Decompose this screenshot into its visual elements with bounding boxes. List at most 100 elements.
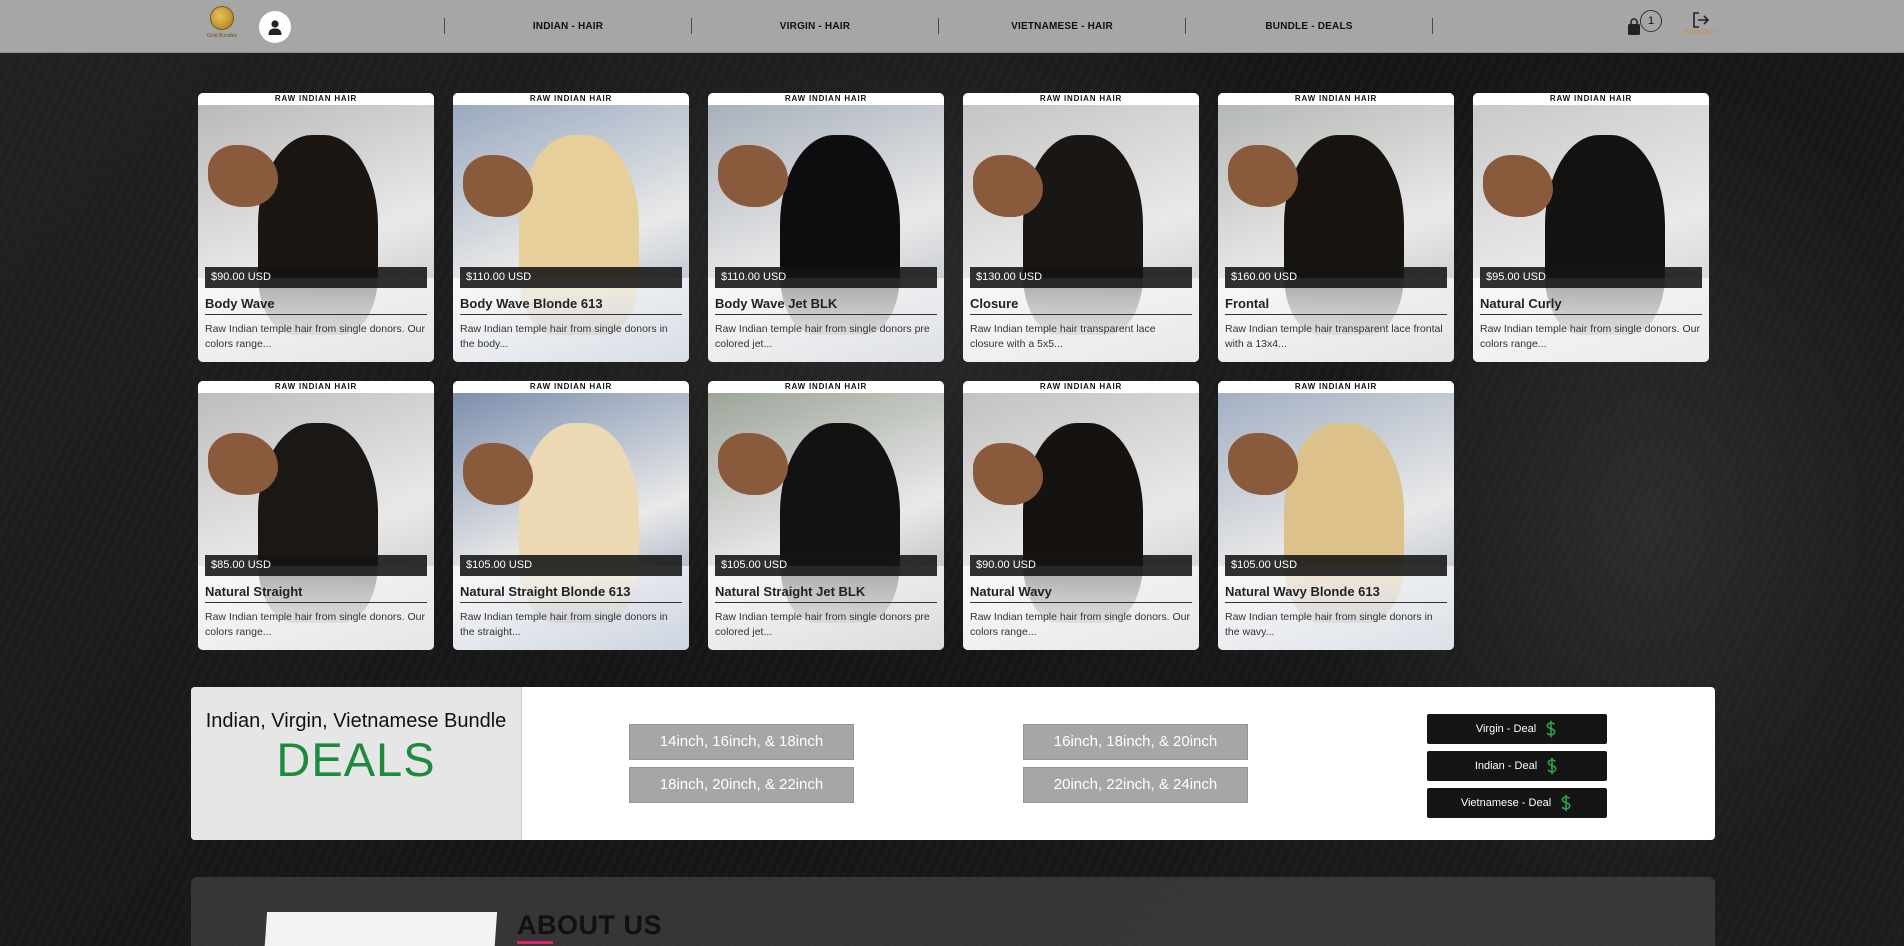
hand-shape — [208, 433, 278, 495]
dollar-icon — [1561, 794, 1571, 812]
product-price: $160.00 USD — [1225, 267, 1447, 288]
bundle-deals-banner: Indian, Virgin, Vietnamese Bundle DEALS … — [191, 687, 1715, 840]
hand-shape — [718, 145, 788, 207]
product-name[interactable]: Body Wave Blonde 613 — [460, 296, 682, 315]
nav-divider — [1432, 18, 1433, 34]
product-price: $110.00 USD — [715, 267, 937, 288]
product-description: Raw Indian temple hair from single donor… — [205, 323, 426, 350]
product-description: Raw Indian temple hair from single donor… — [205, 611, 426, 638]
vietnamese-deal-label: Vietnamese - Deal — [1460, 797, 1552, 809]
hand-shape — [208, 145, 278, 207]
product-price: $90.00 USD — [205, 267, 427, 288]
product-card[interactable]: RAW INDIAN HAIR $160.00 USD Frontal Raw Ind… — [1218, 93, 1454, 362]
product-price: $130.00 USD — [970, 267, 1192, 288]
indian-deal-label: Indian - Deal — [1474, 760, 1538, 772]
virgin-deal-label: Virgin - Deal — [1475, 723, 1537, 735]
size-option-16-18-20[interactable]: 16inch, 18inch, & 20inch — [1023, 724, 1248, 760]
product-name[interactable]: Natural Straight Jet BLK — [715, 584, 937, 603]
product-name[interactable]: Natural Straight Blonde 613 — [460, 584, 682, 603]
hand-shape — [973, 443, 1043, 505]
about-title-underline — [517, 941, 553, 944]
product-name[interactable]: Frontal — [1225, 296, 1447, 315]
product-category: RAW INDIAN HAIR — [708, 381, 944, 393]
hand-shape — [1228, 145, 1298, 207]
product-card[interactable]: RAW INDIAN HAIR $85.00 USD Natural Straigh… — [198, 381, 434, 650]
product-card[interactable]: RAW INDIAN HAIR $110.00 USD Body Wave Jet … — [708, 93, 944, 362]
product-description: Raw Indian temple hair transparent lace … — [970, 323, 1156, 350]
sign-out-button[interactable]: SIGN OUT — [1683, 12, 1719, 42]
product-name[interactable]: Natural Wavy Blonde 613 — [1225, 584, 1447, 603]
product-name[interactable]: Body Wave Jet BLK — [715, 296, 937, 315]
dollar-icon — [1547, 757, 1557, 775]
nav-bundle-deals[interactable]: BUNDLE - DEALS — [1186, 21, 1432, 32]
product-category: RAW INDIAN HAIR — [963, 381, 1199, 393]
product-category: RAW INDIAN HAIR — [1218, 93, 1454, 105]
hand-shape — [1483, 155, 1553, 217]
nav-indian-hair[interactable]: INDIAN - HAIR — [445, 21, 691, 32]
product-description: Raw Indian temple hair transparent lace … — [1225, 323, 1443, 350]
product-card[interactable]: RAW INDIAN HAIR $105.00 USD Natural Straig… — [708, 381, 944, 650]
product-price: $110.00 USD — [460, 267, 682, 288]
cart-button[interactable] — [1627, 18, 1641, 36]
logo-emblem-icon — [210, 6, 234, 30]
product-category: RAW INDIAN HAIR — [198, 381, 434, 393]
product-name[interactable]: Body Wave — [205, 296, 427, 315]
product-category: RAW INDIAN HAIR — [963, 93, 1199, 105]
hand-shape — [463, 155, 533, 217]
deals-big-label: DEALS — [276, 733, 436, 786]
product-category: RAW INDIAN HAIR — [198, 93, 434, 105]
product-card[interactable]: RAW INDIAN HAIR $105.00 USD Natural Straig… — [453, 381, 689, 650]
size-option-18-20-22[interactable]: 18inch, 20inch, & 22inch — [629, 767, 854, 803]
hand-shape — [973, 155, 1043, 217]
user-icon — [268, 19, 282, 35]
product-price: $105.00 USD — [460, 555, 682, 576]
product-price: $90.00 USD — [970, 555, 1192, 576]
product-card[interactable]: RAW INDIAN HAIR $90.00 USD Body Wave Raw In… — [198, 93, 434, 362]
product-description: Raw Indian temple hair from single donor… — [715, 611, 930, 638]
about-image — [262, 912, 498, 946]
vietnamese-deal-button[interactable]: Vietnamese - Deal — [1427, 788, 1607, 818]
size-option-14-16-18[interactable]: 14inch, 16inch, & 18inch — [629, 724, 854, 760]
product-description: Raw Indian temple hair from single donor… — [970, 611, 1191, 638]
product-description: Raw Indian temple hair from single donor… — [460, 323, 668, 350]
product-price: $95.00 USD — [1480, 267, 1702, 288]
hand-shape — [463, 443, 533, 505]
product-name[interactable]: Closure — [970, 296, 1192, 315]
sign-out-label: SIGN OUT — [1685, 30, 1717, 36]
product-price: $85.00 USD — [205, 555, 427, 576]
product-description: Raw Indian temple hair from single donor… — [460, 611, 668, 638]
product-price: $105.00 USD — [1225, 555, 1447, 576]
hand-shape — [1228, 433, 1298, 495]
product-card[interactable]: RAW INDIAN HAIR $130.00 USD Closure Raw Ind… — [963, 93, 1199, 362]
product-card[interactable]: RAW INDIAN HAIR $90.00 USD Natural Wavy Raw… — [963, 381, 1199, 650]
product-price: $105.00 USD — [715, 555, 937, 576]
account-button[interactable] — [259, 11, 291, 43]
logo-text: Gold Bundles — [206, 33, 238, 39]
product-description: Raw Indian temple hair from single donor… — [1225, 611, 1433, 638]
virgin-deal-button[interactable]: Virgin - Deal — [1427, 714, 1607, 744]
cart-count-badge[interactable]: 1 — [1640, 10, 1662, 32]
nav-vietnamese-hair[interactable]: VIETNAMESE - HAIR — [939, 21, 1185, 32]
main-nav: INDIAN - HAIR VIRGIN - HAIR VIETNAMESE -… — [444, 18, 1433, 34]
deals-title: Indian, Virgin, Vietnamese Bundle — [205, 710, 507, 732]
logout-icon — [1693, 12, 1710, 28]
hand-shape — [718, 433, 788, 495]
about-title: ABOUT US — [517, 910, 662, 940]
product-category: RAW INDIAN HAIR — [453, 381, 689, 393]
size-option-20-22-24[interactable]: 20inch, 22inch, & 24inch — [1023, 767, 1248, 803]
product-name[interactable]: Natural Curly — [1480, 296, 1702, 315]
about-us-section: ABOUT US — [191, 877, 1715, 946]
product-card[interactable]: RAW INDIAN HAIR $105.00 USD Natural Wavy B… — [1218, 381, 1454, 650]
product-card[interactable]: RAW INDIAN HAIR $95.00 USD Natural Curly Ra… — [1473, 93, 1709, 362]
product-category: RAW INDIAN HAIR — [1473, 93, 1709, 105]
product-name[interactable]: Natural Straight — [205, 584, 427, 603]
brand-logo[interactable]: Gold Bundles — [206, 6, 238, 44]
product-description: Raw Indian temple hair from single donor… — [1480, 323, 1701, 350]
indian-deal-button[interactable]: Indian - Deal — [1427, 751, 1607, 781]
product-card[interactable]: RAW INDIAN HAIR $110.00 USD Body Wave Blon… — [453, 93, 689, 362]
product-category: RAW INDIAN HAIR — [1218, 381, 1454, 393]
product-name[interactable]: Natural Wavy — [970, 584, 1192, 603]
top-header: Gold Bundles INDIAN - HAIR VIRGIN - HAIR… — [0, 0, 1904, 53]
product-category: RAW INDIAN HAIR — [453, 93, 689, 105]
nav-virgin-hair[interactable]: VIRGIN - HAIR — [692, 21, 938, 32]
